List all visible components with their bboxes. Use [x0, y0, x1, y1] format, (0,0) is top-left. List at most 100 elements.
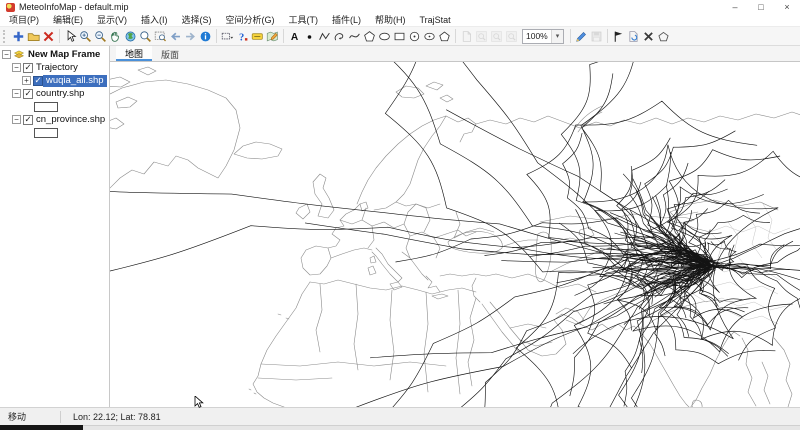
draw-curve-button[interactable] — [347, 28, 362, 44]
draw-ellipse-button[interactable] — [422, 28, 437, 44]
add-flag-button[interactable] — [611, 28, 626, 44]
add-layer-button[interactable] — [11, 28, 26, 44]
plus-icon — [12, 30, 25, 43]
window-title: MeteoInfoMap - default.mip — [19, 2, 129, 12]
polyline-icon — [318, 30, 331, 43]
zoom-window-button[interactable] — [138, 28, 153, 44]
magnifier-icon — [139, 30, 152, 43]
map-property-button[interactable] — [265, 28, 280, 44]
menu-tools[interactable]: 工具(T) — [282, 13, 326, 26]
curve-icon — [348, 30, 361, 43]
menu-select[interactable]: 选择(S) — [175, 13, 219, 26]
draw-pentagon-button[interactable] — [437, 28, 452, 44]
xred-icon — [42, 30, 55, 43]
menu-view[interactable]: 显示(V) — [90, 13, 134, 26]
collapse-icon[interactable]: − — [12, 115, 21, 124]
delete-flag-button[interactable] — [641, 28, 656, 44]
tree-item-cn-province-shp[interactable]: −✓cn_province.shp — [0, 113, 109, 126]
menu-trajstat[interactable]: TrajStat — [413, 15, 458, 25]
draw-point-button[interactable] — [302, 28, 317, 44]
zoom-in-button[interactable] — [78, 28, 93, 44]
menu-plugins[interactable]: 插件(L) — [325, 13, 368, 26]
tree-item-wuqia-all-shp[interactable]: +✓wuqia_all.shp — [0, 74, 109, 87]
toolbar-grip — [3, 30, 8, 43]
legend-swatch-row — [0, 126, 109, 139]
layer-visibility-checkbox[interactable]: ✓ — [33, 76, 43, 86]
help-button[interactable]: ? — [235, 28, 250, 44]
pencil-icon — [575, 30, 588, 43]
page-icon — [460, 30, 473, 43]
layout-zoom-out-button — [489, 28, 504, 44]
tree-item-label: cn_province.shp — [33, 114, 108, 126]
cursor-icon — [64, 30, 77, 43]
hand-icon — [109, 30, 122, 43]
zoom-previous-button[interactable] — [168, 28, 183, 44]
zoom-to-layer-button[interactable] — [153, 28, 168, 44]
layout-full-button — [504, 28, 519, 44]
world-map[interactable] — [110, 62, 800, 407]
measure-button[interactable] — [250, 28, 265, 44]
layer-visibility-checkbox[interactable]: ✓ — [23, 63, 33, 73]
toolbar-separator — [283, 29, 284, 43]
menu-insert[interactable]: 插入(I) — [134, 13, 175, 26]
edit-start-button[interactable] — [574, 28, 589, 44]
legend-swatch[interactable] — [34, 102, 58, 112]
draw-circle-button[interactable] — [407, 28, 422, 44]
collapse-icon[interactable]: − — [12, 63, 21, 72]
draw-rectangle-button[interactable] — [392, 28, 407, 44]
open-project-button[interactable] — [26, 28, 41, 44]
remove-layer-button[interactable] — [41, 28, 56, 44]
textA-icon: A — [288, 30, 301, 43]
draw-polyline-button[interactable] — [317, 28, 332, 44]
map-canvas[interactable] — [110, 62, 800, 407]
menu-edit[interactable]: 编辑(E) — [46, 13, 90, 26]
zoom-out-button[interactable] — [93, 28, 108, 44]
pent-icon — [438, 30, 451, 43]
select-tool-button[interactable] — [63, 28, 78, 44]
draw-freehand-button[interactable] — [332, 28, 347, 44]
layer-visibility-checkbox[interactable]: ✓ — [23, 89, 33, 99]
tree-item-country-shp[interactable]: −✓country.shp — [0, 87, 109, 100]
identify-button[interactable] — [198, 28, 213, 44]
info-icon — [199, 30, 212, 43]
arrowl-icon — [169, 30, 182, 43]
edit-save-button — [589, 28, 604, 44]
flag-icon — [612, 30, 625, 43]
menu-bar: 项目(P) 编辑(E) 显示(V) 插入(I) 选择(S) 空间分析(G) 工具… — [0, 13, 800, 26]
draw-polygon-button[interactable] — [362, 28, 377, 44]
zoom-next-button[interactable] — [183, 28, 198, 44]
tab-layout[interactable]: 版面 — [152, 46, 188, 61]
menu-project[interactable]: 项目(P) — [2, 13, 46, 26]
zoomout-icon — [94, 30, 107, 43]
menu-geoprocessing[interactable]: 空间分析(G) — [219, 13, 282, 26]
tree-item-new-map-frame[interactable]: −New Map Frame — [0, 48, 109, 61]
insert-label-button[interactable]: A — [287, 28, 302, 44]
collapse-icon[interactable]: − — [12, 89, 21, 98]
arrowr-icon — [184, 30, 197, 43]
layout-zoom-combo[interactable]: 100%▾ — [522, 29, 564, 44]
draw-curve-polygon-button[interactable] — [377, 28, 392, 44]
maximize-button[interactable]: □ — [748, 0, 774, 13]
full-extent-button[interactable] — [123, 28, 138, 44]
toolbar-separator — [216, 29, 217, 43]
chevron-down-icon[interactable]: ▾ — [551, 30, 563, 43]
tree-item-trajectory[interactable]: −✓Trajectory — [0, 61, 109, 74]
legend-swatch[interactable] — [34, 128, 58, 138]
layer-visibility-checkbox[interactable]: ✓ — [23, 115, 33, 125]
create-polygon-button[interactable] — [656, 28, 671, 44]
help-icon: ? — [236, 30, 249, 43]
toolbar-separator — [570, 29, 571, 43]
title-bar: MeteoInfoMap - default.mip – □ × — [0, 0, 800, 13]
collapse-icon[interactable]: − — [2, 50, 11, 59]
tab-map[interactable]: 地图 — [116, 46, 152, 61]
pan-button[interactable] — [108, 28, 123, 44]
convert-trajectory-button[interactable] — [626, 28, 641, 44]
globe-icon — [124, 30, 137, 43]
layout-zoom-in-button — [474, 28, 489, 44]
minimize-button[interactable]: – — [722, 0, 748, 13]
select-by-rectangle-button[interactable] — [220, 28, 235, 44]
close-button[interactable]: × — [774, 0, 800, 13]
expand-icon[interactable]: + — [22, 76, 31, 85]
menu-help[interactable]: 帮助(H) — [368, 13, 413, 26]
status-bar: 移动 Lon: 22.12; Lat: 78.81 — [0, 407, 800, 425]
